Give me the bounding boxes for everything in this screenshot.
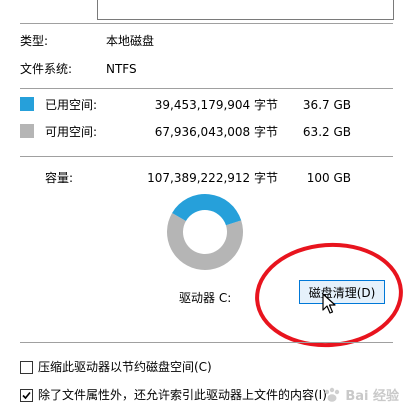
divider <box>20 342 393 343</box>
watermark: Bai 经验 <box>323 385 399 404</box>
used-space-bytes: 39,453,179,904 字节 <box>154 98 278 112</box>
type-value: 本地磁盘 <box>106 34 155 48</box>
paw-logo-icon <box>325 387 340 402</box>
drive-label: 驱动器 C: <box>179 291 232 305</box>
used-space-size: 36.7 GB <box>302 98 351 112</box>
watermark-text: Bai 经验 <box>345 389 399 404</box>
free-space-bytes: 67,936,043,008 字节 <box>154 125 278 139</box>
used-space-swatch <box>20 97 34 111</box>
divider <box>20 23 393 24</box>
free-space-swatch <box>20 124 34 138</box>
drive-name-input[interactable] <box>97 0 394 20</box>
allow-indexing-checkbox[interactable] <box>20 389 33 402</box>
red-highlight-circle <box>251 237 405 353</box>
used-space-label: 已用空间: <box>45 98 98 112</box>
allow-indexing-label: 除了文件属性外，还允许索引此驱动器上文件的内容(I) <box>38 388 327 402</box>
capacity-size: 100 GB <box>306 171 351 185</box>
compress-drive-checkbox[interactable] <box>20 361 33 374</box>
free-space-label: 可用空间: <box>45 125 98 139</box>
file-system-value: NTFS <box>106 62 137 76</box>
disk-usage-donut-chart <box>167 194 243 270</box>
capacity-bytes: 107,389,222,912 字节 <box>147 171 278 185</box>
checkmark-icon <box>22 391 31 400</box>
free-space-size: 63.2 GB <box>302 125 351 139</box>
type-label: 类型: <box>20 34 49 48</box>
compress-drive-label: 压缩此驱动器以节约磁盘空间(C) <box>38 360 212 374</box>
divider <box>20 88 393 89</box>
divider <box>20 156 393 157</box>
capacity-label: 容量: <box>45 171 74 185</box>
file-system-label: 文件系统: <box>20 62 73 76</box>
